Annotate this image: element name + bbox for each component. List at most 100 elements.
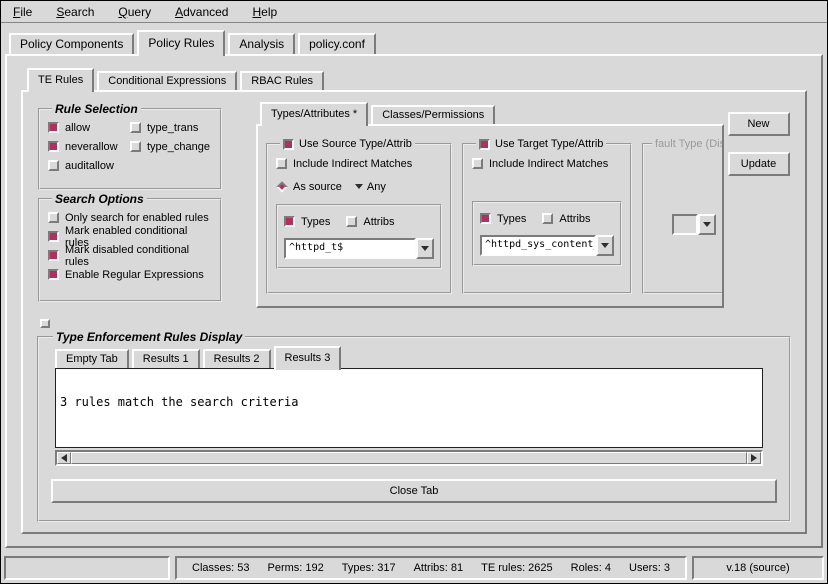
checkbox-label: allow xyxy=(65,122,90,134)
checkbox-allow[interactable]: allow xyxy=(48,118,130,137)
menu-query[interactable]: Query xyxy=(118,5,151,19)
results-frame-title: Type Enforcement Rules Display xyxy=(53,330,245,344)
tab-classes-permissions[interactable]: Classes/Permissions xyxy=(371,105,495,124)
results-text-area[interactable]: 3 rules match the search criteria (5822)… xyxy=(55,368,763,448)
radio-indicator-icon xyxy=(346,216,357,227)
checkbox-enable-regex[interactable]: Enable Regular Expressions xyxy=(48,265,212,284)
checkbox-use-target-type[interactable]: Use Target Type/Attrib xyxy=(479,138,603,150)
results-tabs: Empty Tab Results 1 Results 2 Results 3 xyxy=(49,346,779,368)
stat-classes: Classes: 53 xyxy=(192,562,249,574)
checkbox-indicator-icon xyxy=(479,139,490,150)
tab-te-rules[interactable]: TE Rules xyxy=(27,68,94,92)
horizontal-scrollbar[interactable] xyxy=(55,450,763,466)
checkbox-mark-disabled-conditional[interactable]: Mark disabled conditional rules xyxy=(48,246,212,265)
radio-label: Attribs xyxy=(363,216,394,228)
rule-type-tabs: TE Rules Conditional Expressions RBAC Ru… xyxy=(21,68,807,90)
source-type-entry[interactable]: ^httpd_t$ xyxy=(284,238,416,259)
tab-results-3[interactable]: Results 3 xyxy=(274,346,342,370)
right-arrow-icon xyxy=(751,454,757,462)
source-any-dropdown[interactable]: Any xyxy=(355,181,386,193)
source-any-label: Any xyxy=(367,181,386,193)
radio-label: Types xyxy=(301,216,330,228)
default-type-frame: fault Type (Disa xyxy=(642,138,724,294)
menu-file[interactable]: File xyxy=(13,5,32,19)
menu-search[interactable]: Search xyxy=(56,5,94,19)
checkbox-label: auditallow xyxy=(65,160,114,172)
menubar: File Search Query Advanced Help xyxy=(1,1,827,24)
left-arrow-icon xyxy=(61,454,67,462)
scroll-right-button[interactable] xyxy=(747,452,761,464)
dropdown-arrow-icon xyxy=(703,222,711,227)
default-frame-title: fault Type (Disa xyxy=(652,138,724,150)
chevron-down-icon xyxy=(355,184,363,189)
checkbox-indicator-icon xyxy=(48,122,59,133)
checkbox-target-indirect[interactable]: Include Indirect Matches xyxy=(472,154,622,173)
stat-te-rules: TE rules: 2625 xyxy=(481,562,553,574)
target-types-box: Types Attribs ^httpd_sys_content_t$ xyxy=(472,201,622,266)
target-frame-legend: Use Target Type/Attrib xyxy=(476,138,606,150)
sash-handle[interactable] xyxy=(40,319,50,328)
blank-line xyxy=(60,435,758,448)
stat-attribs: Attribs: 81 xyxy=(414,562,464,574)
close-tab-button[interactable]: Close Tab xyxy=(51,479,777,503)
types-attributes-notebook: Types/Attributes * Classes/Permissions U… xyxy=(256,102,724,316)
tab-analysis[interactable]: Analysis xyxy=(228,33,295,54)
checkbox-source-indirect[interactable]: Include Indirect Matches xyxy=(276,154,442,173)
radio-indicator-icon xyxy=(480,213,491,224)
left-column: Rule Selection allow neverallow xyxy=(38,102,222,316)
radio-target-attribs[interactable]: Attribs xyxy=(542,209,590,228)
tab-policy-components[interactable]: Policy Components xyxy=(9,33,134,54)
radio-target-types[interactable]: Types xyxy=(480,209,526,228)
tab-policy-conf[interactable]: policy.conf xyxy=(298,33,376,54)
target-type-frame: Use Target Type/Attrib Include Indirect … xyxy=(462,138,632,294)
checkbox-indicator-icon xyxy=(48,160,59,171)
tab-conditional-expressions[interactable]: Conditional Expressions xyxy=(97,71,237,90)
checkbox-label: Use Target Type/Attrib xyxy=(495,138,603,150)
source-types-box: Types Attribs ^httpd_t$ xyxy=(276,204,442,269)
stat-perms: Perms: 192 xyxy=(268,562,324,574)
menu-help[interactable]: Help xyxy=(252,5,277,19)
tab-types-attributes[interactable]: Types/Attributes * xyxy=(260,102,368,126)
tab-rbac-rules[interactable]: RBAC Rules xyxy=(240,71,324,90)
source-type-combobox: ^httpd_t$ xyxy=(284,238,434,259)
search-options-title: Search Options xyxy=(52,192,147,206)
source-frame-legend: Use Source Type/Attrib xyxy=(280,138,415,150)
search-options-frame: Search Options Only search for enabled r… xyxy=(38,192,222,302)
tab-results-2[interactable]: Results 2 xyxy=(203,349,271,368)
radio-label: Types xyxy=(497,213,526,225)
scroll-left-button[interactable] xyxy=(57,452,71,464)
checkbox-label: Include Indirect Matches xyxy=(489,158,608,170)
target-combo-dropdown-button[interactable] xyxy=(596,235,614,256)
checkbox-type-trans[interactable]: type_trans xyxy=(130,118,210,137)
policy-rules-panel: TE Rules Conditional Expressions RBAC Ru… xyxy=(5,54,823,548)
scrollbar-thumb[interactable] xyxy=(71,452,747,464)
default-type-entry xyxy=(672,214,698,235)
checkbox-label: Only search for enabled rules xyxy=(65,212,209,224)
tab-empty[interactable]: Empty Tab xyxy=(55,349,129,368)
checkbox-type-change[interactable]: type_change xyxy=(130,137,210,156)
radio-source-types[interactable]: Types xyxy=(284,212,330,231)
checkbox-use-source-type[interactable]: Use Source Type/Attrib xyxy=(283,138,412,150)
default-type-combobox xyxy=(672,214,716,235)
te-rules-display-frame: Type Enforcement Rules Display Empty Tab… xyxy=(37,330,791,522)
dropdown-arrow-icon xyxy=(421,246,429,251)
checkbox-label: neverallow xyxy=(65,141,118,153)
new-button[interactable]: New xyxy=(728,112,790,136)
checkbox-label: Include Indirect Matches xyxy=(293,158,412,170)
source-combo-dropdown-button[interactable] xyxy=(416,238,434,259)
checkbox-neverallow[interactable]: neverallow xyxy=(48,137,130,156)
checkbox-label: Use Source Type/Attrib xyxy=(299,138,412,150)
tab-results-1[interactable]: Results 1 xyxy=(132,349,200,368)
tab-policy-rules[interactable]: Policy Rules xyxy=(137,30,225,56)
rule-selection-title: Rule Selection xyxy=(52,102,141,116)
radio-indicator-icon xyxy=(542,213,553,224)
checkbox-auditallow[interactable]: auditallow xyxy=(48,156,130,175)
radio-source-attribs[interactable]: Attribs xyxy=(346,212,394,231)
target-type-entry[interactable]: ^httpd_sys_content_t$ xyxy=(480,235,596,256)
update-button[interactable]: Update xyxy=(728,152,790,176)
radio-as-source-label[interactable]: As source xyxy=(293,181,342,193)
radio-as-source-icon[interactable] xyxy=(276,181,287,192)
search-criteria-section: Rule Selection allow neverallow xyxy=(35,102,793,316)
menu-advanced[interactable]: Advanced xyxy=(175,5,228,19)
checkbox-label: Mark disabled conditional rules xyxy=(65,244,212,268)
